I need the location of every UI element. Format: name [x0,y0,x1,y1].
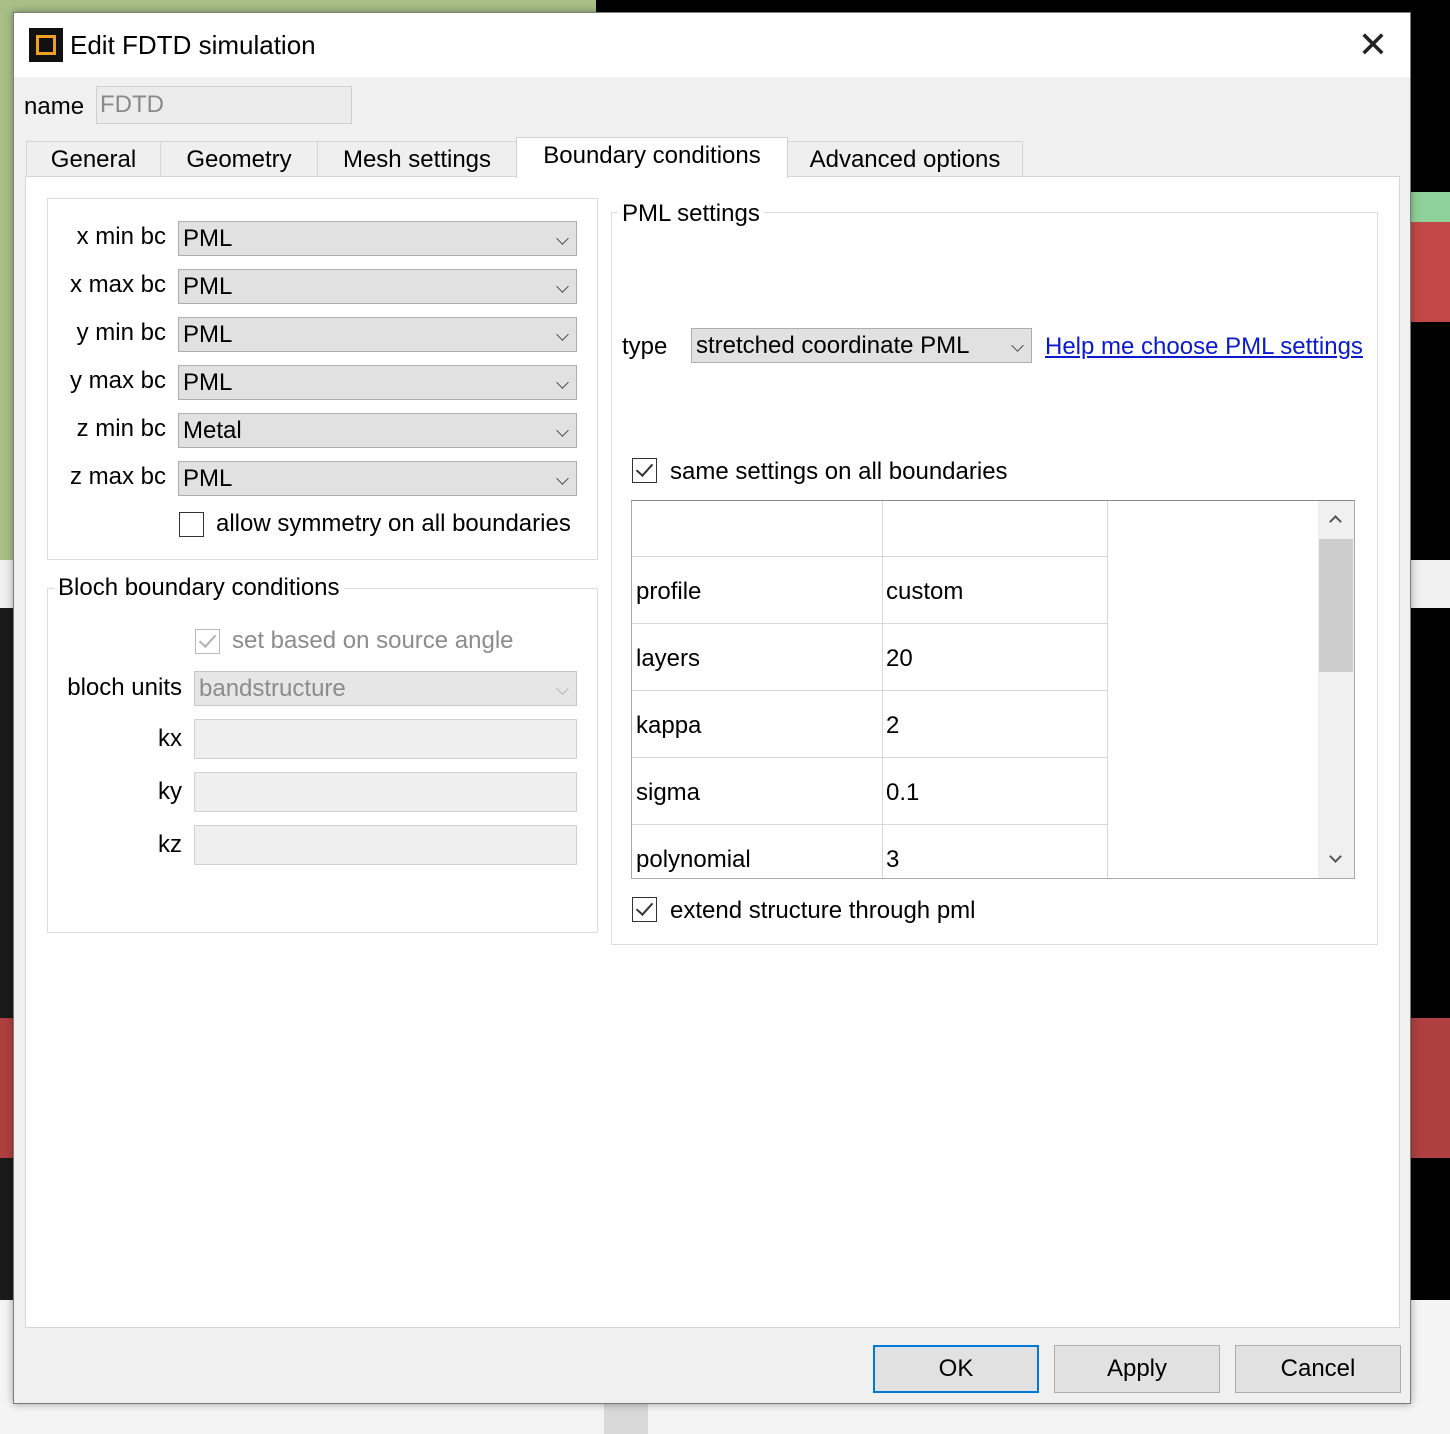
tab-geometry[interactable]: Geometry [160,141,318,177]
name-label: name [24,93,85,120]
bloch-group-title: Bloch boundary conditions [54,574,344,602]
bloch-group: Bloch boundary conditions set based on s… [47,574,598,933]
close-icon[interactable]: ✕ [1350,25,1396,65]
scroll-down-icon[interactable] [1318,842,1354,878]
y-max-bc-select[interactable]: PML [178,365,577,400]
chevron-down-icon [556,424,569,437]
z-min-bc-select[interactable]: Metal [178,413,577,448]
y-max-bc-value: PML [183,369,233,396]
tab-mesh-settings[interactable]: Mesh settings [317,141,517,177]
x-max-bc-label: x max bc [69,271,166,298]
ky-field[interactable] [194,772,577,812]
title-bar[interactable]: Edit FDTD simulation ✕ [14,13,1410,77]
table-row[interactable]: layers 20 [632,624,1108,691]
tab-advanced-options[interactable]: Advanced options [787,141,1023,177]
ky-label: ky [158,778,182,805]
chevron-down-icon [1011,339,1024,352]
chevron-down-icon [556,682,569,695]
z-max-bc-label: z max bc [69,463,166,490]
bloch-units-value: bandstructure [199,675,346,702]
tab-boundary-conditions[interactable]: Boundary conditions [516,137,788,178]
chevron-down-icon [556,472,569,485]
pml-settings-title: PML settings [618,200,764,228]
x-max-bc-value: PML [183,273,233,300]
table-cell-value[interactable]: custom [883,557,1108,623]
table-cell-value[interactable]: 2 [883,691,1108,757]
pml-type-select[interactable]: stretched coordinate PML [691,328,1032,363]
table-cell-value[interactable]: 0.1 [883,758,1108,824]
scroll-thumb[interactable] [1319,539,1353,672]
fdtd-app-icon [29,28,63,62]
set-based-on-source-angle-checkbox[interactable] [195,629,220,654]
pml-type-value: stretched coordinate PML [696,332,970,359]
same-settings-label: same settings on all boundaries [670,458,1008,485]
allow-symmetry-label: allow symmetry on all boundaries [216,510,571,537]
table-cell-name: sigma [632,758,883,824]
chevron-down-icon [556,328,569,341]
y-min-bc-select[interactable]: PML [178,317,577,352]
table-row[interactable]: profile custom [632,557,1108,624]
table-cell-name: polynomial [632,825,883,878]
table-cell-name: profile [632,557,883,623]
z-max-bc-value: PML [183,465,233,492]
x-max-bc-select[interactable]: PML [178,269,577,304]
allow-symmetry-checkbox[interactable] [179,512,204,537]
table-cell-value[interactable]: 20 [883,624,1108,690]
set-based-on-source-angle-label: set based on source angle [232,627,514,654]
table-cell-name: layers [632,624,883,690]
chevron-down-icon [556,376,569,389]
bloch-units-select[interactable]: bandstructure [194,671,577,706]
kz-field[interactable] [194,825,577,865]
window-title: Edit FDTD simulation [70,30,316,60]
table-header-cell [883,501,1108,556]
pml-type-label: type [622,333,668,360]
table-scrollbar[interactable] [1318,501,1354,878]
bloch-units-label: bloch units [67,674,182,701]
table-row[interactable]: polynomial 3 [632,825,1108,878]
kx-field[interactable] [194,719,577,759]
scroll-up-icon[interactable] [1318,501,1354,537]
table-row[interactable]: kappa 2 [632,691,1108,758]
extend-structure-label: extend structure through pml [670,897,976,924]
cancel-button[interactable]: Cancel [1235,1345,1401,1393]
help-choose-pml-link[interactable]: Help me choose PML settings [1045,333,1363,361]
tab-general[interactable]: General [26,141,161,177]
z-min-bc-value: Metal [183,417,242,444]
apply-button[interactable]: Apply [1054,1345,1220,1393]
table-header-cell [632,501,883,556]
pml-parameters-table: profile custom layers 20 kappa 2 sigma 0… [631,500,1355,879]
table-header [632,501,1108,557]
table-cell-name: kappa [632,691,883,757]
extend-structure-checkbox[interactable] [632,897,657,922]
table-cell-value[interactable]: 3 [883,825,1108,878]
x-min-bc-label: x min bc [76,223,166,250]
z-max-bc-select[interactable]: PML [178,461,577,496]
x-min-bc-select[interactable]: PML [178,221,577,256]
kz-label: kz [158,831,182,858]
y-min-bc-label: y min bc [76,319,166,346]
table-row[interactable]: sigma 0.1 [632,758,1108,825]
x-min-bc-value: PML [183,225,233,252]
y-max-bc-label: y max bc [69,367,166,394]
chevron-down-icon [556,232,569,245]
ok-button[interactable]: OK [873,1345,1039,1393]
z-min-bc-label: z min bc [76,415,166,442]
boundaries-group: x min bc PML x max bc PML y min bc PML y… [47,198,598,560]
name-field: FDTD [96,86,352,124]
same-settings-checkbox[interactable] [632,458,657,483]
background-scroll-strip [604,1404,648,1434]
y-min-bc-value: PML [183,321,233,348]
edit-fdtd-dialog: Edit FDTD simulation ✕ name FDTD General… [13,12,1411,1404]
chevron-down-icon [556,280,569,293]
kx-label: kx [158,725,182,752]
